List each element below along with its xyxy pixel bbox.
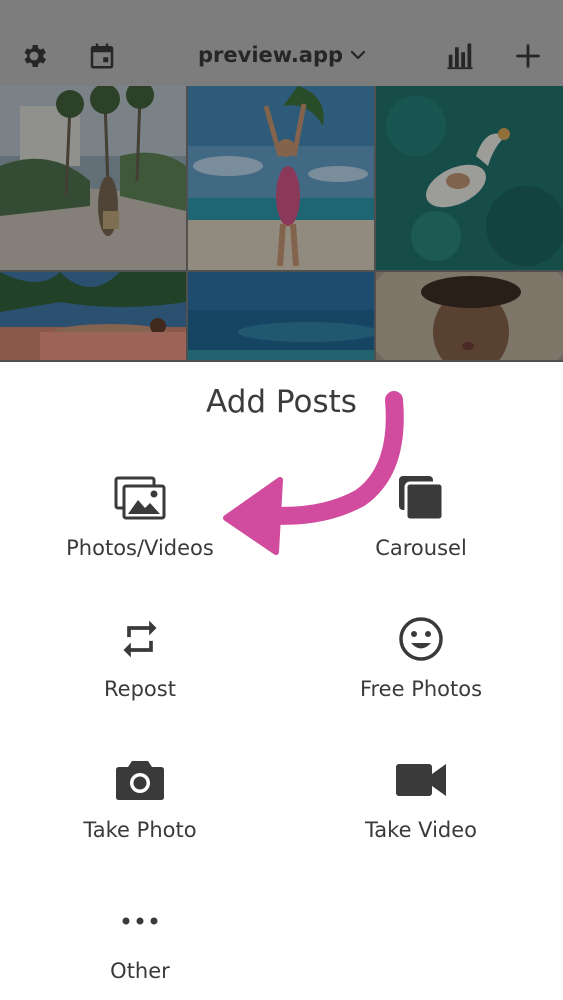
plus-icon xyxy=(516,44,540,68)
take-video-label: Take Video xyxy=(364,818,478,842)
photo-pool-float xyxy=(376,86,563,270)
calendar-icon xyxy=(90,43,114,69)
free-photos-label: Free Photos xyxy=(359,677,483,701)
photos-videos-label: Photos/Videos xyxy=(66,536,214,560)
photo-ocean xyxy=(188,272,374,360)
take-photo-label: Take Photo xyxy=(83,818,197,842)
repost-label: Repost xyxy=(104,677,176,701)
account-switcher[interactable]: preview.app xyxy=(198,36,367,74)
carousel-icon xyxy=(399,476,445,522)
grid-photo[interactable] xyxy=(0,272,186,360)
stats-button[interactable] xyxy=(442,38,478,74)
carousel-label: Carousel xyxy=(375,536,467,560)
calendar-button[interactable] xyxy=(84,38,120,74)
account-name: preview.app xyxy=(198,43,344,67)
photos-icon xyxy=(114,476,166,520)
photo-sunhat-portrait xyxy=(376,272,563,360)
grid-photo[interactable] xyxy=(376,86,563,270)
sheet-title: Add Posts xyxy=(206,384,357,420)
camera-icon xyxy=(116,761,164,800)
add-posts-sheet: Add Posts Photos/Videos Carousel Repost … xyxy=(0,362,563,1000)
grid-photo[interactable] xyxy=(0,86,186,270)
video-camera-icon xyxy=(396,764,446,796)
add-button[interactable] xyxy=(510,38,546,74)
top-bar: preview.app xyxy=(0,0,563,86)
other-option[interactable]: Other xyxy=(20,893,260,1000)
more-icon xyxy=(122,917,158,925)
gear-icon xyxy=(24,45,46,67)
photo-palm-street xyxy=(0,86,186,270)
grid-photo[interactable] xyxy=(188,86,374,270)
photo-grid xyxy=(0,86,563,362)
other-label: Other xyxy=(110,959,170,983)
bar-chart-icon xyxy=(447,43,473,70)
photos-videos-option[interactable]: Photos/Videos xyxy=(20,470,260,580)
settings-button[interactable] xyxy=(16,38,52,74)
take-photo-option[interactable]: Take Photo xyxy=(20,752,260,862)
chevron-down-icon xyxy=(350,50,366,60)
carousel-option[interactable]: Carousel xyxy=(301,470,541,580)
grid-photo[interactable] xyxy=(376,272,563,360)
free-photos-option[interactable]: Free Photos xyxy=(301,611,541,721)
photo-beach-swimsuit xyxy=(188,86,374,270)
grid-photo[interactable] xyxy=(188,272,374,360)
photo-lounging xyxy=(0,272,186,360)
smiley-icon xyxy=(399,617,443,661)
repost-option[interactable]: Repost xyxy=(20,611,260,721)
repost-icon xyxy=(123,620,157,658)
take-video-option[interactable]: Take Video xyxy=(301,752,541,862)
